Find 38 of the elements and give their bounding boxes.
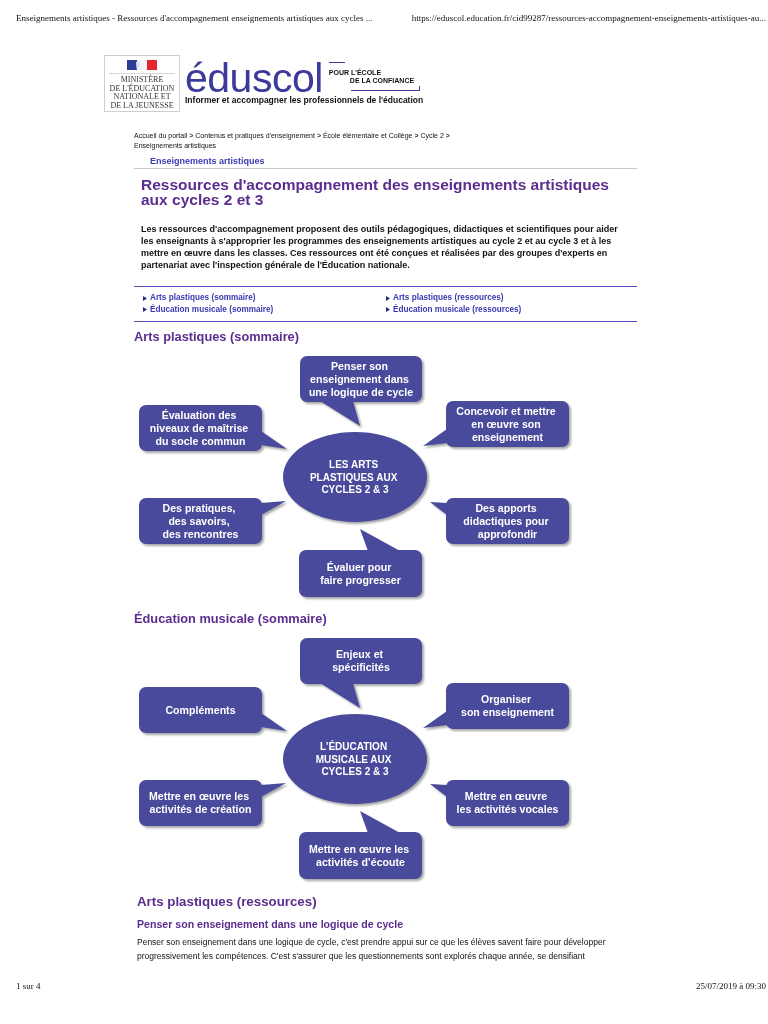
triangle-bullet-icon (143, 295, 147, 301)
section-heading: Éducation musicale (sommaire) (134, 611, 327, 627)
flag-icon (127, 60, 157, 70)
bubble-text: Concevoir et mettre en œuvre son enseignement (456, 404, 556, 443)
bubble-text: Penser son enseignement dans une logique de cycle (308, 359, 414, 398)
bubble-text: Mettre en œuvre les activités de création (149, 790, 252, 816)
bubble-text: Mettre en œuvre les activités vocales (456, 790, 559, 816)
section-link[interactable]: Enseignements artistiques (150, 156, 265, 168)
page-title: Enseignements artistiques - Ressources d'accompagnement enseignements artistiques aux cycles ... (16, 13, 373, 23)
bubble-text: Organiser son enseignement (461, 693, 554, 719)
resource-link[interactable]: Arts plastiques (ressources) (393, 292, 504, 304)
bubble-text: Des pratiques, des savoirs, des rencontres (162, 501, 239, 540)
resource-link[interactable]: Éducation musicale (ressources) (393, 303, 522, 316)
oval-text: L’ÉDUCATION MUSICALE AUX CYCLES 2 & 3 (315, 740, 392, 778)
section-heading: Arts plastiques (ressources) (137, 894, 317, 910)
intro-paragraph: Les ressources d'accompagnement proposent des outils pédagogiques, didactiques et scientifiques pour aider les enseignants à s'approprier les programmes des enseignements artistiques au cycle 2 et au cycle 3 et à les mettre en œuvre dans les classes. Ces ressources ont été conçues et réalisées par des groupes d'experts en partenariat avec l'inspection générale de l'Éducation nationale. (141, 223, 619, 272)
resource-link[interactable]: Éducation musicale (sommaire) (150, 303, 274, 316)
ministry-name: MINISTÈRE DE L'ÉDUCATION NATIONALE ET DE LA JEUNESSE (109, 76, 175, 110)
oval-text: LES ARTS PLASTIQUES AUX CYCLES 2 & 3 (309, 458, 398, 495)
bubble-text: Mettre en œuvre les activités d’écoute (309, 843, 410, 868)
page-number: 1 sur 4 (16, 981, 41, 992)
page-url: https://eduscol.education.fr/cid99287/ressources-accompagnement-enseignements-artistiques-au... (411, 13, 766, 23)
triangle-bullet-icon (386, 295, 390, 301)
site-slogan: Informer et accompagner les professionnels de l'éducation (185, 95, 424, 105)
bubble-text: Évaluation des niveaux de maîtrise du socle commun (149, 408, 249, 447)
triangle-bullet-icon (143, 307, 147, 313)
bubble-text: Des apports didactiques pour approfondir (463, 501, 549, 540)
page-heading: Ressources d'accompagnement des enseignements artistiques aux cycles 2 et 3 (141, 177, 610, 208)
triangle-bullet-icon (386, 307, 390, 313)
resource-link[interactable]: Arts plastiques (sommaire) (150, 292, 256, 304)
site-logo-wordmark[interactable]: éduscol (185, 55, 323, 97)
body-paragraph: Penser son enseignement dans une logique de cycle, c'est prendre appui sur ce que les élèves savent faire pour développer progressivement les compétences. C'est s'assurer que les questionnements sont explorés chaque année, se densifiant (137, 936, 607, 964)
print-date: 25/07/2019 à 09:30 (696, 981, 766, 992)
bubble-text: Compléments (165, 703, 236, 716)
subsection-heading: Penser son enseignement dans une logique de cycle (137, 918, 404, 931)
bubble-text: Évaluer pour faire progresser (320, 560, 401, 586)
section-heading: Arts plastiques (sommaire) (134, 328, 299, 344)
bubble-text: Enjeux et spécificités (332, 648, 390, 674)
